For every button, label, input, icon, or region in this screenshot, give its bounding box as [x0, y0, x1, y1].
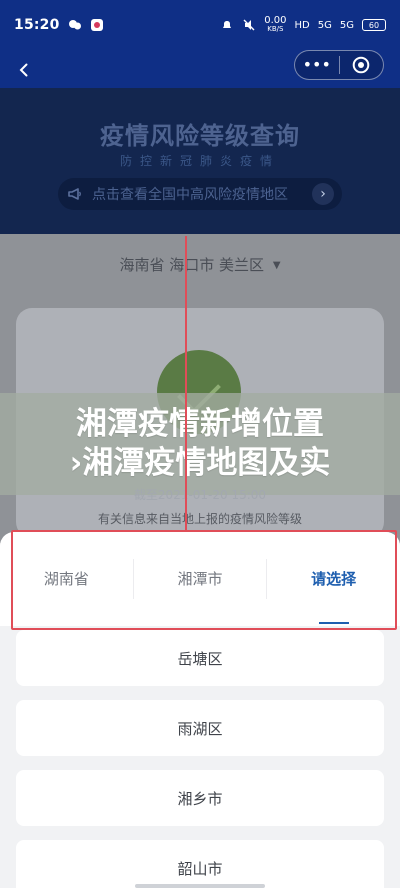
hero-title: 疫情风险等级查询: [100, 122, 300, 150]
watermark-line-2: ›湘潭疫情地图及实: [69, 445, 331, 481]
list-item[interactable]: 岳塘区: [16, 630, 384, 686]
dropdown-arrow-icon: ▼: [272, 260, 281, 271]
list-item[interactable]: 韶山市: [16, 840, 384, 888]
hero-subtitle: 防控新冠肺炎疫情: [119, 154, 280, 168]
picker-tabs: 湖南省 湘潭市 请选择: [0, 532, 400, 626]
home-indicator: [135, 884, 265, 888]
status-right: 0.00 KB/S HD 5G 5G 60: [220, 15, 386, 34]
watermark-banner: 湘潭疫情新增位置 ›湘潭疫情地图及实: [0, 393, 400, 495]
battery-icon: 60: [362, 19, 386, 31]
risk-area-notice[interactable]: 点击查看全国中高风险疫情地区 ›: [58, 178, 342, 210]
status-time: 15:20: [14, 17, 60, 33]
district-list: 岳塘区 雨湖区 湘乡市 韶山市: [16, 630, 384, 888]
back-button[interactable]: [10, 56, 38, 84]
mini-program-capsule: •••: [294, 50, 384, 80]
tab-province[interactable]: 湖南省: [0, 532, 133, 626]
megaphone-icon: [66, 185, 84, 203]
battery-level: 60: [368, 20, 380, 30]
risk-date: 截至2021-01-20 15:00: [133, 488, 267, 502]
network-speed-unit: KB/S: [267, 25, 284, 33]
app-icon: [90, 18, 104, 32]
location-text: 海南省 海口市 美兰区: [119, 256, 265, 274]
hd-label: HD: [294, 19, 310, 31]
notice-text: 点击查看全国中高风险疫情地区: [92, 187, 288, 203]
signal-1: 5G: [317, 19, 332, 31]
watermark-line-1: 湘潭疫情新增位置: [76, 406, 324, 442]
tab-select[interactable]: 请选择: [267, 532, 400, 626]
target-icon: [352, 56, 370, 74]
tab-city[interactable]: 湘潭市: [134, 532, 267, 626]
list-item[interactable]: 湘乡市: [16, 770, 384, 826]
chat-icon: [68, 18, 82, 32]
chevron-left-icon: [19, 63, 28, 77]
region-picker: 湖南省 湘潭市 请选择 岳塘区 雨湖区 湘乡市 韶山市: [0, 532, 400, 888]
location-selector[interactable]: 海南省 海口市 美兰区 ▼: [0, 254, 400, 275]
network-speed-value: 0.00: [264, 15, 287, 26]
chevron-right-icon: ›: [312, 183, 334, 205]
more-button[interactable]: •••: [295, 50, 339, 80]
app-bar: •••: [0, 50, 400, 88]
alarm-icon: [220, 18, 234, 32]
mute-icon: [242, 18, 256, 32]
network-speed: 0.00 KB/S: [264, 15, 287, 34]
status-left: 15:20: [14, 17, 104, 33]
close-button[interactable]: [339, 50, 383, 80]
risk-info: 有关信息来自当地上报的疫情风险等级: [97, 512, 302, 526]
status-bar: 15:20 0.00 KB/S HD 5G 5G 60: [0, 0, 400, 50]
hero-banner: 疫情风险等级查询 防控新冠肺炎疫情 点击查看全国中高风险疫情地区 ›: [0, 88, 400, 234]
signal-2: 5G: [339, 19, 354, 31]
list-item[interactable]: 雨湖区: [16, 700, 384, 756]
